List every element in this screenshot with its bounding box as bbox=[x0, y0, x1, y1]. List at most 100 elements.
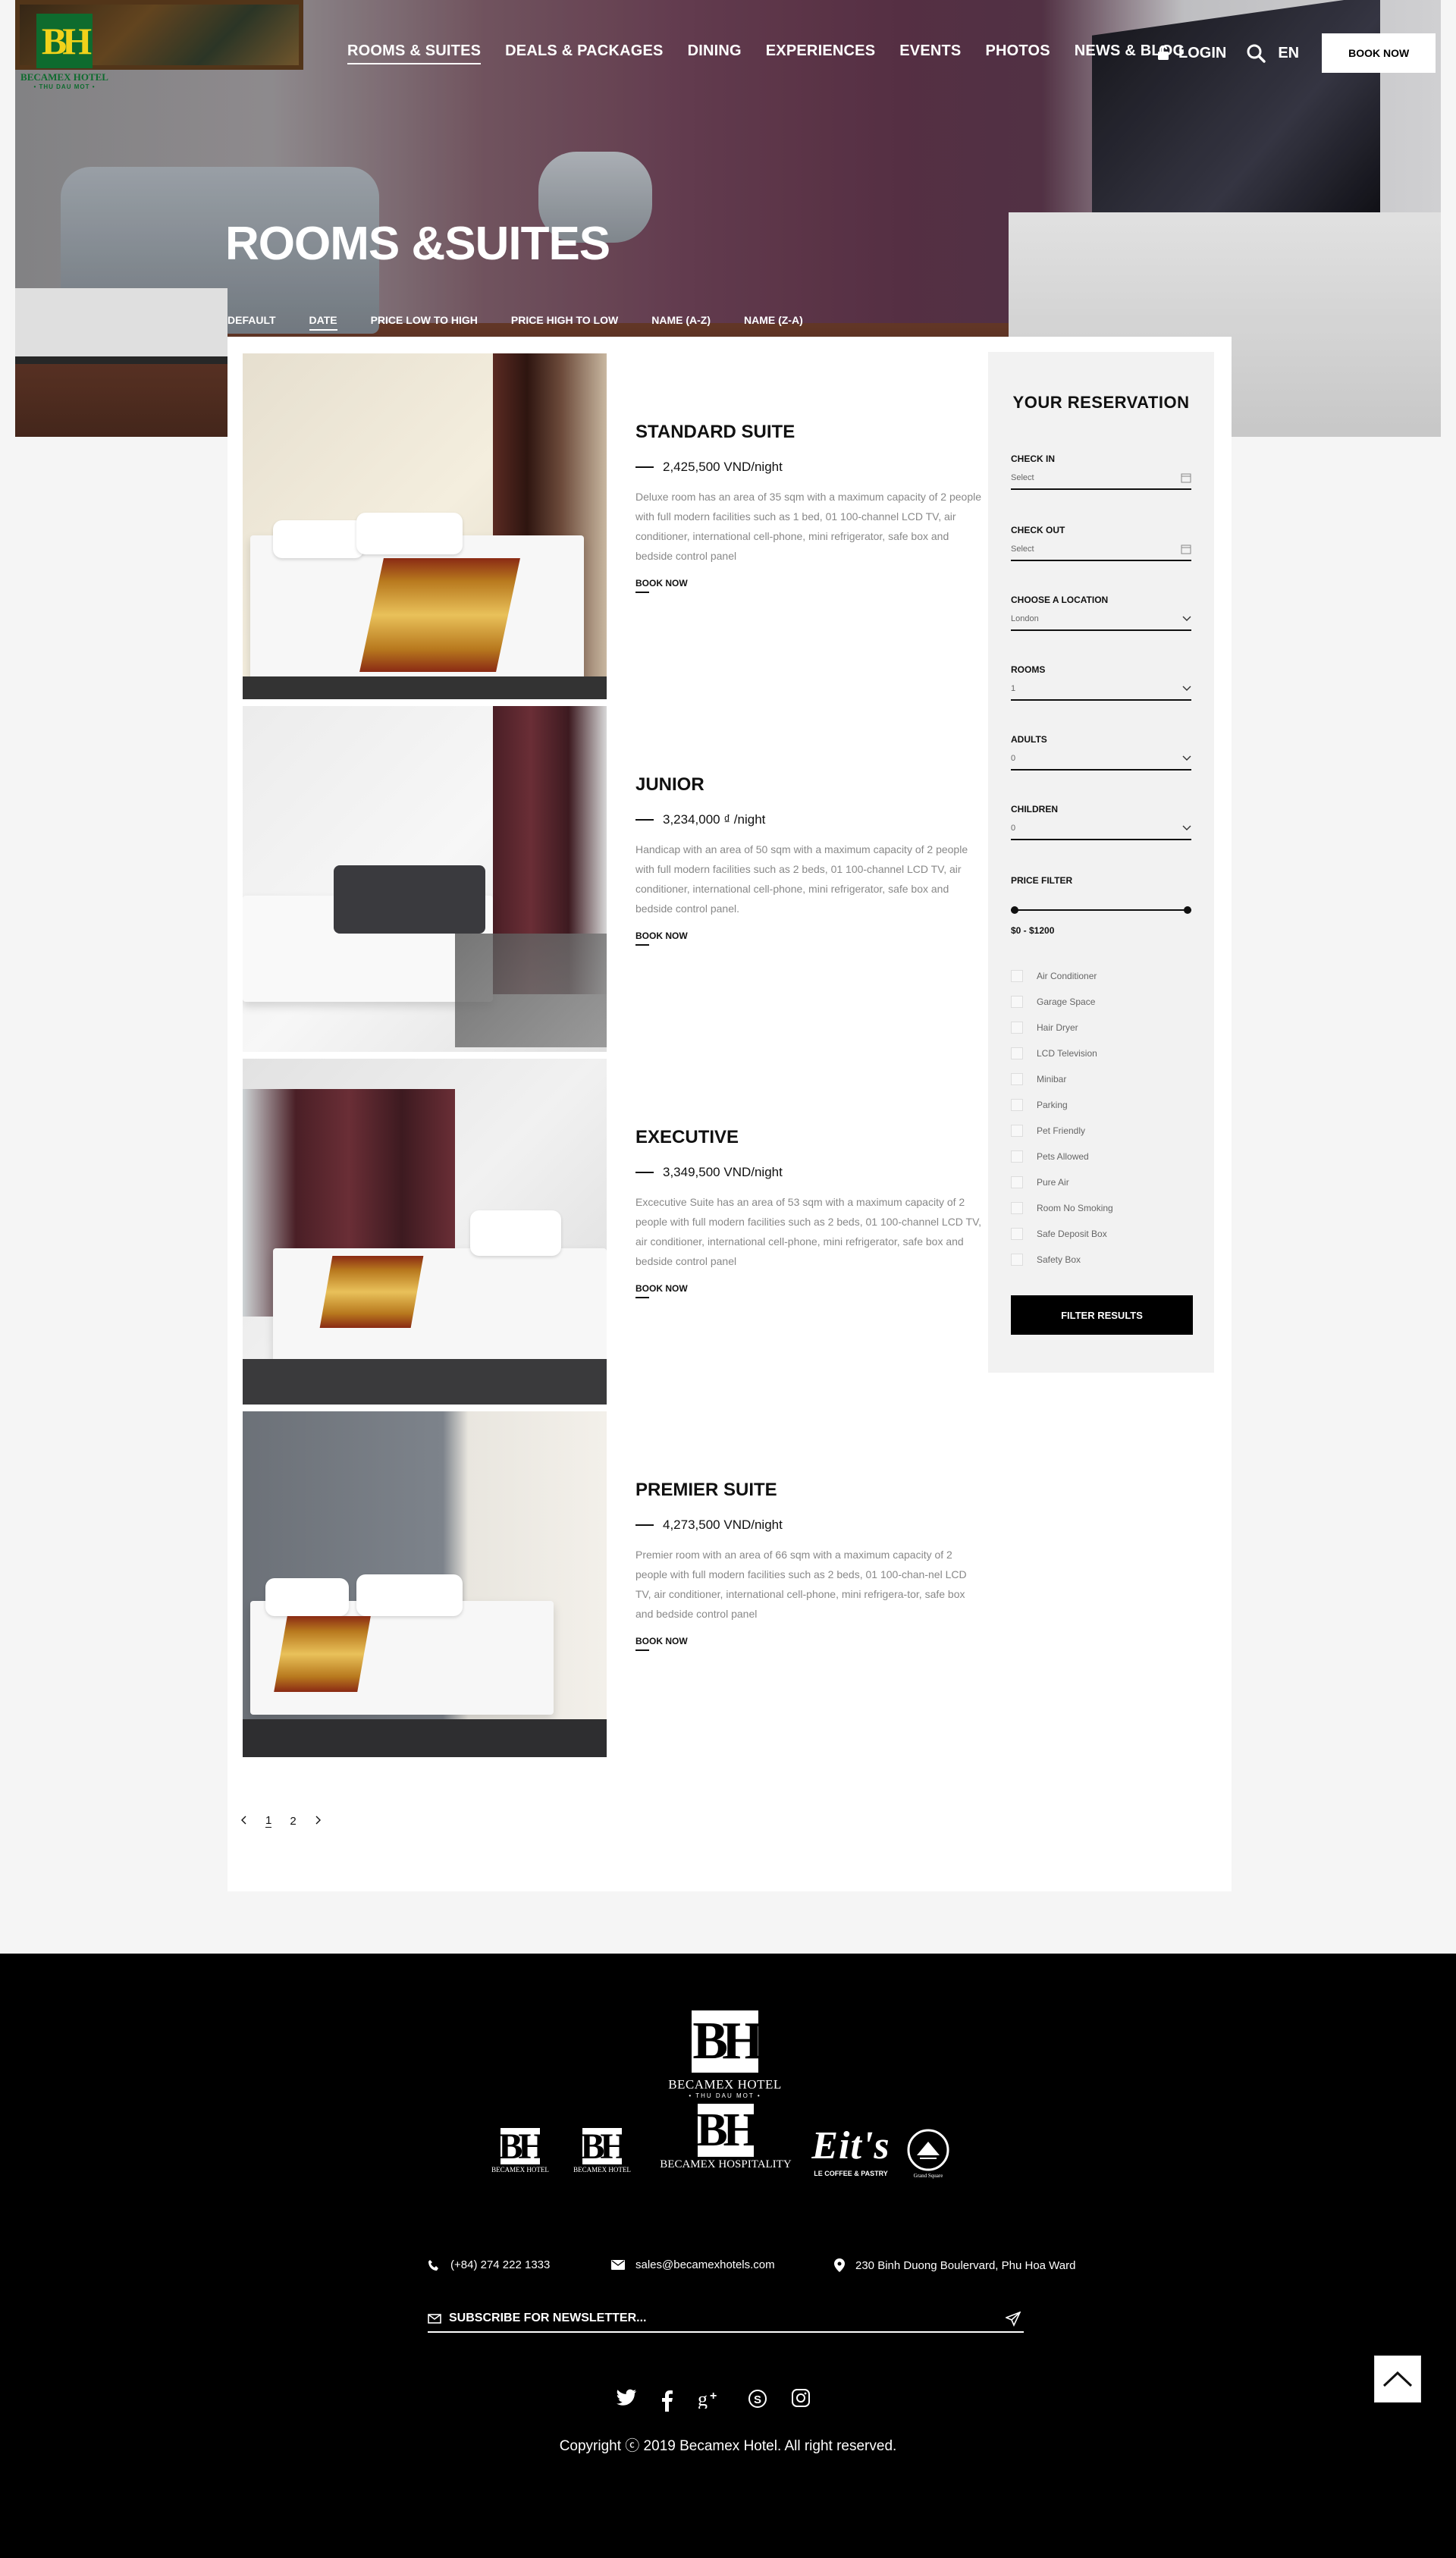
children-value: 0 bbox=[1011, 824, 1016, 833]
google-plus-link[interactable]: g + bbox=[698, 2389, 723, 2412]
room-description: Excecutive Suite has an area of 53 sqm w… bbox=[635, 1196, 982, 1267]
brand-logo[interactable]: BH BECAMEX HOSPITALITY bbox=[654, 2104, 798, 2171]
back-to-top-button[interactable] bbox=[1374, 2356, 1421, 2403]
room-book-now-link[interactable]: BOOK NOW bbox=[635, 1636, 688, 1651]
nav-rooms-suites[interactable]: ROOMS & SUITES bbox=[347, 42, 482, 64]
footer-phone[interactable]: (+84) 274 222 1333 bbox=[428, 2258, 550, 2271]
room-photo[interactable] bbox=[243, 706, 607, 1052]
newsletter-send-button[interactable] bbox=[1004, 2311, 1021, 2330]
logo-mark: BH bbox=[36, 14, 93, 68]
price-range-slider[interactable] bbox=[1011, 902, 1191, 918]
envelope-icon bbox=[611, 2260, 625, 2270]
amenity-checkbox[interactable]: Safety Box bbox=[1011, 1247, 1191, 1273]
social-links: g + S bbox=[616, 2389, 834, 2412]
check-in-value: Select bbox=[1011, 473, 1034, 482]
instagram-link[interactable] bbox=[792, 2389, 810, 2412]
room-price-value: 2,425,500 VND/night bbox=[663, 460, 783, 474]
room-name[interactable]: EXECUTIVE bbox=[635, 1127, 984, 1148]
footer-logo-tagline: • THU DAU MOT • bbox=[689, 2092, 761, 2099]
amenity-checkbox[interactable]: Safe Deposit Box bbox=[1011, 1221, 1191, 1247]
location-value: London bbox=[1011, 614, 1039, 623]
amenity-checkbox[interactable]: Pets Allowed bbox=[1011, 1144, 1191, 1169]
room-photo[interactable] bbox=[243, 353, 607, 699]
login-label: LOGIN bbox=[1178, 44, 1227, 61]
sort-name-z-a[interactable]: NAME (Z-A) bbox=[744, 314, 803, 331]
page-1[interactable]: 1 bbox=[265, 1814, 272, 1828]
rooms-select[interactable]: 1 bbox=[1011, 678, 1191, 701]
children-select[interactable]: 0 bbox=[1011, 818, 1191, 840]
brand-logo[interactable]: Eit's LE COFFEE & PASTRY bbox=[810, 2123, 892, 2177]
room-name[interactable]: PREMIER SUITE bbox=[635, 1480, 984, 1501]
grand-square-icon bbox=[907, 2129, 949, 2171]
nav-photos[interactable]: PHOTOS bbox=[985, 42, 1050, 64]
amenity-checkbox[interactable]: Garage Space bbox=[1011, 989, 1191, 1015]
send-icon bbox=[1004, 2311, 1021, 2327]
room-price: 4,273,500 VND/night bbox=[635, 1518, 984, 1533]
skype-link[interactable]: S bbox=[748, 2389, 767, 2412]
brand-mark: BH bbox=[498, 2126, 546, 2167]
location-select[interactable]: London bbox=[1011, 608, 1191, 631]
svg-text:+: + bbox=[710, 2390, 717, 2403]
nav-dining[interactable]: DINING bbox=[688, 42, 742, 64]
sort-date[interactable]: DATE bbox=[309, 314, 337, 331]
room-photo[interactable] bbox=[243, 1411, 607, 1757]
sort-price-high-low[interactable]: PRICE HIGH TO LOW bbox=[511, 314, 618, 331]
amenity-checkbox[interactable]: Parking bbox=[1011, 1092, 1191, 1118]
svg-text:g: g bbox=[698, 2389, 708, 2409]
filter-results-button[interactable]: FILTER RESULTS bbox=[1011, 1295, 1193, 1335]
price-filter-label: PRICE FILTER bbox=[1011, 875, 1073, 886]
room-price-value: 3,234,000 ₫ /night bbox=[663, 812, 766, 827]
amenity-label: Pure Air bbox=[1037, 1177, 1069, 1188]
adults-select[interactable]: 0 bbox=[1011, 748, 1191, 771]
amenity-checkbox[interactable]: LCD Television bbox=[1011, 1040, 1191, 1066]
room-book-now-link[interactable]: BOOK NOW bbox=[635, 931, 688, 946]
footer-address[interactable]: 230 Binh Duong Boulervard, Phu Hoa Ward bbox=[834, 2258, 1075, 2272]
newsletter-input[interactable]: SUBSCRIBE FOR NEWSLETTER... bbox=[428, 2305, 1024, 2333]
language-switch[interactable]: EN bbox=[1278, 45, 1299, 62]
room-card: EXECUTIVE 3,349,500 VND/night Excecutive… bbox=[243, 1059, 1001, 1405]
footer-logo[interactable]: BH BECAMEX HOTEL • THU DAU MOT • bbox=[666, 2010, 784, 2099]
room-name[interactable]: JUNIOR bbox=[635, 774, 984, 796]
room-card: PREMIER SUITE 4,273,500 VND/night Premie… bbox=[243, 1411, 1001, 1757]
amenity-checkbox[interactable]: Pet Friendly bbox=[1011, 1118, 1191, 1144]
room-book-now-link[interactable]: BOOK NOW bbox=[635, 578, 688, 593]
amenity-checkbox[interactable]: Room No Smoking bbox=[1011, 1195, 1191, 1221]
check-in-field[interactable]: Select bbox=[1011, 467, 1191, 490]
next-page-button[interactable] bbox=[315, 1815, 321, 1828]
amenity-checkbox[interactable]: Hair Dryer bbox=[1011, 1015, 1191, 1040]
book-now-button[interactable]: BOOK NOW bbox=[1322, 33, 1436, 73]
amenity-label: Parking bbox=[1037, 1100, 1068, 1110]
footer-email[interactable]: sales@becamexhotels.com bbox=[611, 2258, 775, 2271]
amenity-label: Pet Friendly bbox=[1037, 1125, 1086, 1136]
twitter-link[interactable] bbox=[616, 2389, 637, 2412]
facebook-link[interactable] bbox=[661, 2389, 673, 2412]
amenity-checkbox[interactable]: Air Conditioner bbox=[1011, 963, 1191, 989]
sort-price-low-high[interactable]: PRICE LOW TO HIGH bbox=[371, 314, 478, 331]
amenity-checkbox[interactable]: Minibar bbox=[1011, 1066, 1191, 1092]
page-2[interactable]: 2 bbox=[290, 1815, 296, 1828]
room-book-now-link[interactable]: BOOK NOW bbox=[635, 1283, 688, 1298]
brand-name: LE COFFEE & PASTRY bbox=[814, 2170, 888, 2177]
room-photo[interactable] bbox=[243, 1059, 607, 1405]
nav-experiences[interactable]: EXPERIENCES bbox=[766, 42, 875, 64]
slider-handle-min[interactable] bbox=[1011, 906, 1018, 914]
room-name[interactable]: STANDARD SUITE bbox=[635, 422, 984, 443]
search-button[interactable] bbox=[1246, 43, 1266, 63]
amenity-checkbox[interactable]: Pure Air bbox=[1011, 1169, 1191, 1195]
nav-deals-packages[interactable]: DEALS & PACKAGES bbox=[505, 42, 663, 64]
hotel-logo[interactable]: BH BECAMEX HOTEL • THU DAU MOT • bbox=[15, 14, 114, 93]
prev-page-button[interactable] bbox=[241, 1815, 247, 1828]
login-link[interactable]: LOGIN bbox=[1157, 45, 1226, 62]
sort-name-a-z[interactable]: NAME (A-Z) bbox=[651, 314, 711, 331]
check-in-label: CHECK IN bbox=[1011, 454, 1056, 464]
amenities-list: Air Conditioner Garage Space Hair Dryer … bbox=[1011, 963, 1191, 1273]
brand-logo[interactable]: BH BECAMEX HOTEL bbox=[570, 2126, 634, 2174]
brand-logo[interactable]: BH BECAMEX HOTEL bbox=[488, 2126, 552, 2174]
brand-logo[interactable]: Grand Square bbox=[904, 2128, 952, 2179]
slider-handle-max[interactable] bbox=[1184, 906, 1191, 914]
nav-events[interactable]: EVENTS bbox=[899, 42, 961, 64]
sort-default[interactable]: DEFAULT bbox=[228, 314, 276, 331]
check-out-field[interactable]: Select bbox=[1011, 538, 1191, 561]
room-card: JUNIOR 3,234,000 ₫ /night Handicap with … bbox=[243, 706, 1001, 1052]
room-price: 3,234,000 ₫ /night bbox=[635, 812, 984, 827]
